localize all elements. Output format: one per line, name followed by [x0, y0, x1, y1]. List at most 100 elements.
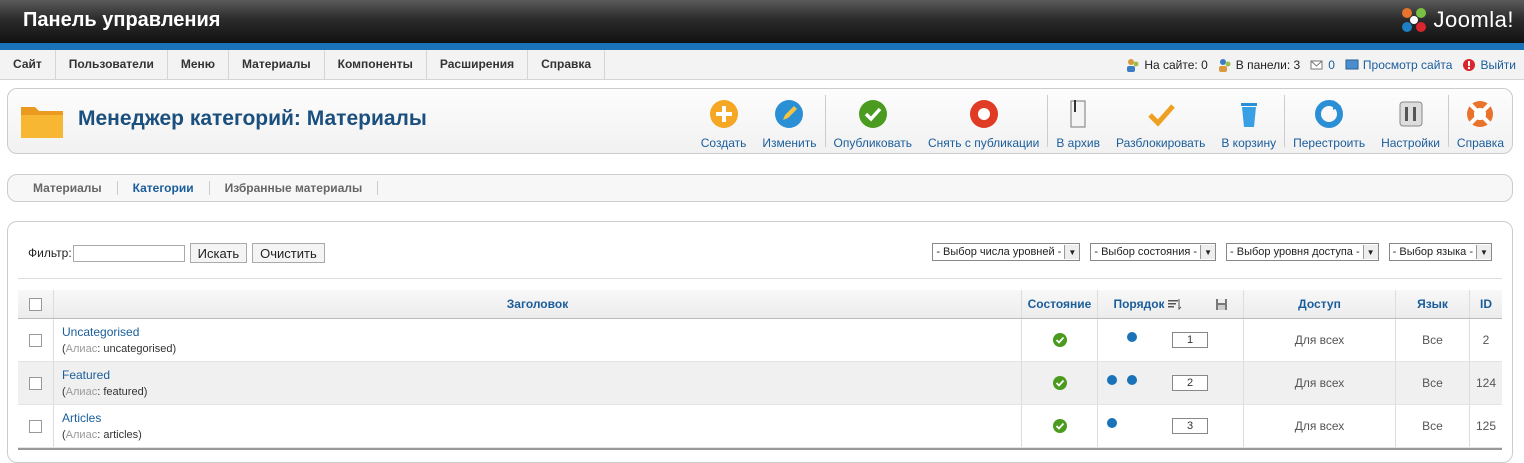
select-all-checkbox[interactable]	[29, 297, 42, 311]
menu-content[interactable]: Материалы	[229, 50, 325, 79]
logout-link[interactable]: Выйти	[1462, 58, 1516, 72]
header-title: Панель управления	[23, 9, 221, 31]
filter-bar: Фильтр: Искать Очистить	[28, 242, 325, 264]
order-input[interactable]: 1	[1172, 332, 1208, 348]
submenu-featured[interactable]: Избранные материалы	[210, 181, 379, 195]
language-cell: Все	[1396, 362, 1470, 404]
menu-users[interactable]: Пользователи	[56, 50, 168, 79]
order-cell: 1	[1098, 319, 1244, 361]
category-title-link[interactable]: Articles	[62, 411, 142, 425]
order-input[interactable]: 3	[1172, 418, 1208, 434]
checkin-button[interactable]: Разблокировать	[1108, 89, 1213, 153]
menu-site[interactable]: Сайт	[0, 50, 56, 79]
move-up-icon[interactable]	[1107, 418, 1117, 428]
alias-text: (Алиас: featured)	[62, 386, 148, 398]
move-down-icon[interactable]	[1127, 375, 1137, 385]
alias-label: Алиас	[65, 429, 98, 441]
access-cell: Для всех	[1244, 362, 1396, 404]
access-cell: Для всех	[1244, 319, 1396, 361]
select-all-cell	[18, 290, 54, 318]
access-cell: Для всех	[1244, 405, 1396, 447]
row-checkbox[interactable]	[29, 376, 42, 390]
checkin-check-icon	[1147, 104, 1175, 127]
move-down-icon[interactable]	[1127, 332, 1137, 342]
title-cell: Articles (Алиас: articles)	[54, 405, 1022, 447]
state-cell	[1022, 405, 1098, 447]
main-menu-bar: Сайт Пользователи Меню Материалы Компоне…	[0, 50, 1524, 80]
header-order-label[interactable]: Порядок	[1113, 297, 1164, 311]
state-select[interactable]: - Выбор состояния - ▼	[1090, 243, 1217, 261]
header-language-col[interactable]: Язык	[1396, 290, 1470, 318]
move-up-icon[interactable]	[1107, 375, 1117, 385]
alias-text: (Алиас: uncategorised)	[62, 343, 177, 355]
trash-icon	[1240, 103, 1257, 127]
publish-button[interactable]: Опубликовать	[826, 89, 920, 153]
options-icon	[1399, 101, 1422, 127]
page-title: Менеджер категорий: Материалы	[78, 107, 427, 130]
menu-components[interactable]: Компоненты	[325, 50, 427, 79]
menu-menus[interactable]: Меню	[168, 50, 230, 79]
help-button[interactable]: Справка	[1449, 89, 1512, 153]
filter-selects: - Выбор числа уровней - ▼ - Выбор состоян…	[922, 243, 1492, 261]
chevron-down-icon: ▼	[1476, 245, 1491, 259]
row-checkbox-cell	[18, 405, 54, 447]
order-input[interactable]: 2	[1172, 375, 1208, 391]
id-cell: 124	[1475, 376, 1497, 390]
header-order-col: Порядок	[1098, 290, 1244, 318]
header-access-col[interactable]: Доступ	[1244, 290, 1396, 318]
publish-check-icon	[858, 100, 887, 128]
unpublish-icon	[969, 100, 998, 128]
title-cell: Uncategorised (Алиас: uncategorised)	[54, 319, 1022, 361]
menu-help[interactable]: Справка	[528, 50, 606, 79]
table-header: Заголовок Состояние Порядок Доступ Язык …	[18, 290, 1502, 319]
create-button[interactable]: Создать	[693, 89, 755, 153]
alias-label: Алиас	[65, 386, 98, 398]
row-checkbox-cell	[18, 319, 54, 361]
archive-icon	[1070, 100, 1086, 128]
row-checkbox[interactable]	[29, 333, 42, 347]
edit-button[interactable]: Изменить	[754, 89, 824, 153]
trash-button[interactable]: В корзину	[1213, 89, 1284, 153]
published-check-icon[interactable]	[1052, 376, 1067, 390]
unpublish-button[interactable]: Снять с публикации	[920, 89, 1047, 153]
category-title-link[interactable]: Featured	[62, 368, 147, 382]
state-cell	[1022, 362, 1098, 404]
filter-input[interactable]	[72, 244, 185, 262]
messages-count: 0	[1328, 57, 1335, 72]
preview-site-link[interactable]: Просмотр сайта	[1345, 58, 1452, 72]
main-panel: Фильтр: Искать Очистить - Выбор числа ур…	[7, 221, 1513, 463]
rebuild-button[interactable]: Перестроить	[1285, 89, 1373, 153]
submenu-articles[interactable]: Материалы	[18, 181, 118, 195]
published-check-icon[interactable]	[1052, 419, 1067, 433]
row-checkbox-cell	[18, 362, 54, 404]
category-title-link[interactable]: Uncategorised	[62, 325, 176, 339]
toolbar-box: Менеджер категорий: Материалы Создать Из…	[7, 88, 1513, 154]
edit-label: Изменить	[762, 136, 817, 150]
create-label: Создать	[700, 136, 747, 150]
header-id-col[interactable]: ID	[1470, 290, 1502, 318]
chevron-down-icon: ▼	[1200, 245, 1216, 259]
header-stripe	[0, 43, 1524, 50]
unpublish-label: Снять с публикации	[927, 136, 1040, 150]
header-state-col[interactable]: Состояние	[1022, 290, 1098, 318]
search-button[interactable]: Искать	[189, 243, 248, 263]
publish-label: Опубликовать	[833, 136, 912, 150]
clear-button[interactable]: Очистить	[252, 243, 325, 263]
language-select[interactable]: - Выбор языка - ▼	[1388, 243, 1492, 261]
pencil-icon	[775, 100, 804, 128]
header-title-col[interactable]: Заголовок	[54, 290, 1022, 318]
checkin-label: Разблокировать	[1115, 136, 1206, 150]
levels-select[interactable]: - Выбор числа уровней - ▼	[932, 243, 1081, 261]
menu-extensions[interactable]: Расширения	[427, 50, 529, 79]
archive-button[interactable]: В архив	[1048, 89, 1108, 153]
sort-icon	[1167, 299, 1181, 310]
messages-link[interactable]: 0	[1310, 58, 1335, 72]
row-checkbox[interactable]	[29, 419, 42, 433]
published-check-icon[interactable]	[1052, 333, 1067, 347]
options-button[interactable]: Настройки	[1373, 89, 1448, 153]
submenu-categories[interactable]: Категории	[118, 181, 210, 195]
save-order-icon[interactable]	[1215, 298, 1228, 311]
access-select[interactable]: - Выбор уровня доступа - ▼	[1226, 243, 1379, 261]
options-label: Настройки	[1381, 136, 1440, 150]
alias-value: uncategorised	[103, 343, 173, 355]
